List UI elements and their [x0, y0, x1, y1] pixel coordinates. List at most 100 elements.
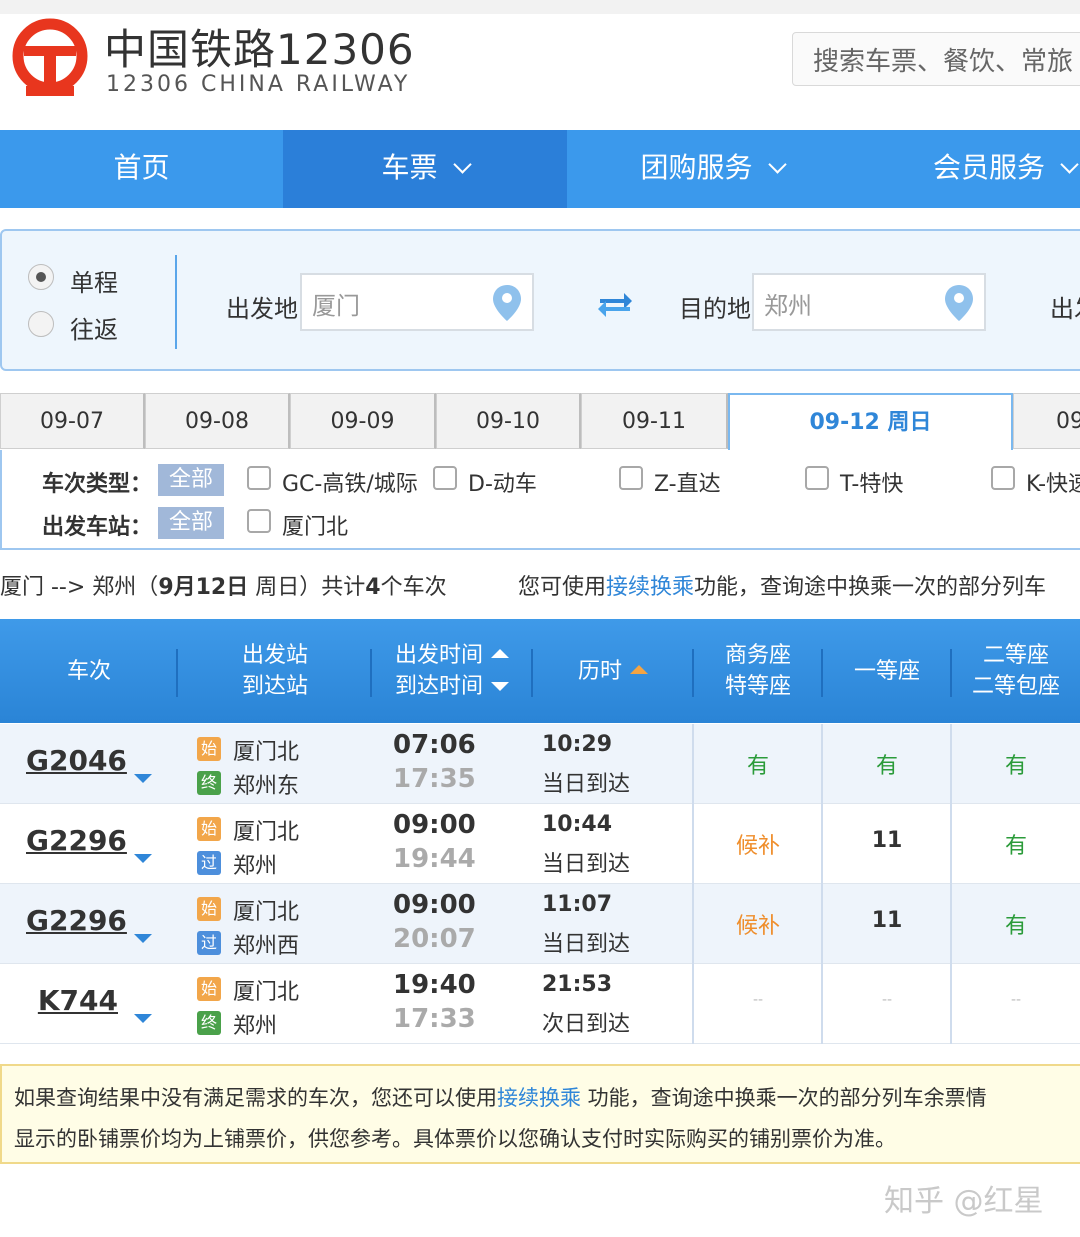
filter-k-label: K-快速 — [1026, 472, 1080, 497]
train-filters: 车次类型： 全部 GC-高铁/城际 D-动车 Z-直达 T-特快 K-快速 出发… — [0, 450, 1080, 550]
notice-box: 如果查询结果中没有满足需求的车次，您还可以使用接续换乘 功能，查询途中换乘一次的… — [0, 1064, 1080, 1164]
watermark: 知乎 @红星 — [884, 1184, 1044, 1219]
duration: 11:07 — [542, 892, 613, 917]
station-all-button[interactable]: 全部 — [158, 507, 224, 539]
col-dep-time-label: 出发时间 — [394, 643, 483, 668]
col-times[interactable]: 出发时间 到达时间 — [372, 619, 532, 723]
summary-suffix: 个车次 — [380, 575, 447, 600]
chevron-down-icon — [767, 155, 787, 174]
location-pin-icon[interactable] — [942, 283, 976, 323]
col-first: 一等座 — [823, 619, 951, 723]
filter-station-label: 厦门北 — [282, 515, 349, 540]
nav-group-service[interactable]: 团购服务 — [567, 130, 857, 208]
duration: 10:29 — [542, 732, 613, 757]
col-from-label: 出发站 — [241, 643, 308, 668]
filter-t-checkbox[interactable] — [805, 466, 829, 490]
business-seat-availability[interactable]: 候补 — [694, 908, 822, 940]
round-trip-label: 往返 — [70, 316, 118, 344]
site-search-input[interactable]: 搜索车票、餐饮、常旅 — [792, 32, 1080, 86]
expand-stops-icon[interactable] — [134, 934, 152, 943]
filter-z-checkbox[interactable] — [619, 466, 643, 490]
to-label: 目的地 — [679, 295, 751, 323]
summary-route: 厦门 --> 郑州（ — [0, 575, 159, 600]
date-label: 出发 — [1050, 295, 1080, 323]
departure-time: 09:00 — [393, 810, 476, 840]
first-class-availability: 11 — [871, 908, 903, 933]
business-seat-availability[interactable]: 候补 — [694, 828, 822, 860]
brand-title: 中国铁路12306 — [104, 25, 415, 74]
nav-tickets[interactable]: 车票 — [283, 130, 567, 208]
arrival-day: 次日到达 — [542, 1012, 631, 1037]
train-number[interactable]: G2046 — [26, 744, 127, 777]
to-station-value: 郑州 — [764, 292, 812, 320]
date-tab[interactable]: 09-10 — [436, 393, 581, 449]
table-row[interactable]: G2296 始 厦门北 过 郑州西 09:00 20:07 11:07 当日到达… — [0, 884, 1080, 964]
expand-stops-icon[interactable] — [134, 854, 152, 863]
nav-group-label: 团购服务 — [640, 151, 753, 184]
transfer-link[interactable]: 接续换乘 — [606, 575, 694, 600]
one-way-radio[interactable] — [28, 264, 54, 290]
date-tab[interactable]: 09 — [1013, 393, 1080, 449]
notice-text: 功能，查询途中换乘一次的部分列车余票情 — [581, 1086, 987, 1110]
from-station: 厦门北 — [233, 980, 300, 1005]
china-railway-logo[interactable] — [8, 16, 92, 100]
notice-transfer-link[interactable]: 接续换乘 — [497, 1086, 581, 1110]
filter-k-checkbox[interactable] — [991, 466, 1015, 490]
date-tab[interactable]: 09-09 — [290, 393, 436, 449]
from-station-input[interactable]: 厦门 — [300, 273, 534, 331]
col-train: 车次 — [0, 619, 178, 723]
sort-asc-icon[interactable] — [491, 649, 509, 658]
train-number[interactable]: G2296 — [26, 824, 127, 857]
from-label: 出发地 — [226, 295, 298, 323]
second-class-availability: 有 — [1004, 914, 1027, 939]
nav-tickets-label: 车票 — [381, 151, 438, 184]
swap-stations-icon[interactable] — [596, 289, 634, 321]
date-tab[interactable]: 09-08 — [145, 393, 290, 449]
date-tab[interactable]: 09-07 — [0, 393, 145, 449]
transfer-tip: 您可使用接续换乘功能，查询途中换乘一次的部分列车 — [518, 569, 1046, 601]
sort-desc-icon[interactable] — [491, 682, 509, 691]
date-tab-selected[interactable]: 09-12 周日 — [728, 393, 1013, 453]
main-nav: 首页 车票 团购服务 会员服务 — [0, 130, 1080, 208]
filter-d-checkbox[interactable] — [433, 466, 457, 490]
to-station: 郑州东 — [233, 774, 300, 799]
one-way-label: 单程 — [70, 269, 118, 297]
filter-station-checkbox[interactable] — [247, 509, 271, 533]
chevron-down-icon — [1060, 155, 1079, 174]
filter-gc-label: GC-高铁/城际 — [282, 472, 418, 497]
type-all-button[interactable]: 全部 — [158, 464, 224, 496]
ticket-search-form: 单程 往返 出发地 厦门 目的地 郑州 出发 — [0, 229, 1080, 371]
filter-gc-checkbox[interactable] — [247, 466, 271, 490]
origin-badge: 始 — [197, 897, 221, 921]
location-pin-icon[interactable] — [490, 283, 524, 323]
col-stations: 出发站 到达站 — [178, 619, 372, 723]
tip-suffix: 功能，查询途中换乘一次的部分列车 — [694, 575, 1047, 600]
notice-line-2: 显示的卧铺票价均为上铺票价，供您参考。具体票价以您确认支付时实际购买的铺别票价为… — [14, 1127, 896, 1151]
nav-member-label: 会员服务 — [933, 151, 1046, 184]
expand-stops-icon[interactable] — [134, 1014, 152, 1023]
train-number[interactable]: G2296 — [26, 904, 127, 937]
nav-home[interactable]: 首页 — [0, 130, 283, 208]
chevron-down-icon — [452, 155, 472, 174]
date-tab[interactable]: 09-11 — [581, 393, 728, 449]
table-row[interactable]: G2046 始 厦门北 终 郑州东 07:06 17:35 10:29 当日到达… — [0, 724, 1080, 804]
to-station: 郑州西 — [233, 934, 300, 959]
table-row[interactable]: K744 始 厦门北 终 郑州 19:40 17:33 21:53 次日到达 -… — [0, 964, 1080, 1044]
summary-weekday: 周日）共计 — [248, 575, 366, 600]
date-tabs: 09-07 09-08 09-09 09-10 09-11 09-12 周日 0… — [0, 393, 1080, 453]
to-station-input[interactable]: 郑州 — [752, 273, 986, 331]
departure-time: 09:00 — [393, 890, 476, 920]
expand-stops-icon[interactable] — [134, 774, 152, 783]
col-duration[interactable]: 历时 — [533, 619, 693, 723]
arrival-day: 当日到达 — [542, 772, 631, 797]
col-to-label: 到达站 — [241, 674, 308, 699]
train-number[interactable]: K744 — [26, 984, 118, 1017]
table-row[interactable]: G2296 始 厦门北 过 郑州 09:00 19:44 10:44 当日到达 … — [0, 804, 1080, 884]
second-class-availability: -- — [1010, 992, 1022, 1008]
round-trip-radio[interactable] — [28, 311, 54, 337]
col-business-label: 商务座 — [724, 643, 791, 668]
nav-member-service[interactable]: 会员服务 — [857, 130, 1080, 208]
business-seat-availability: 有 — [746, 754, 769, 779]
col-premium-label: 特等座 — [724, 674, 791, 699]
sort-asc-icon[interactable] — [630, 664, 648, 674]
